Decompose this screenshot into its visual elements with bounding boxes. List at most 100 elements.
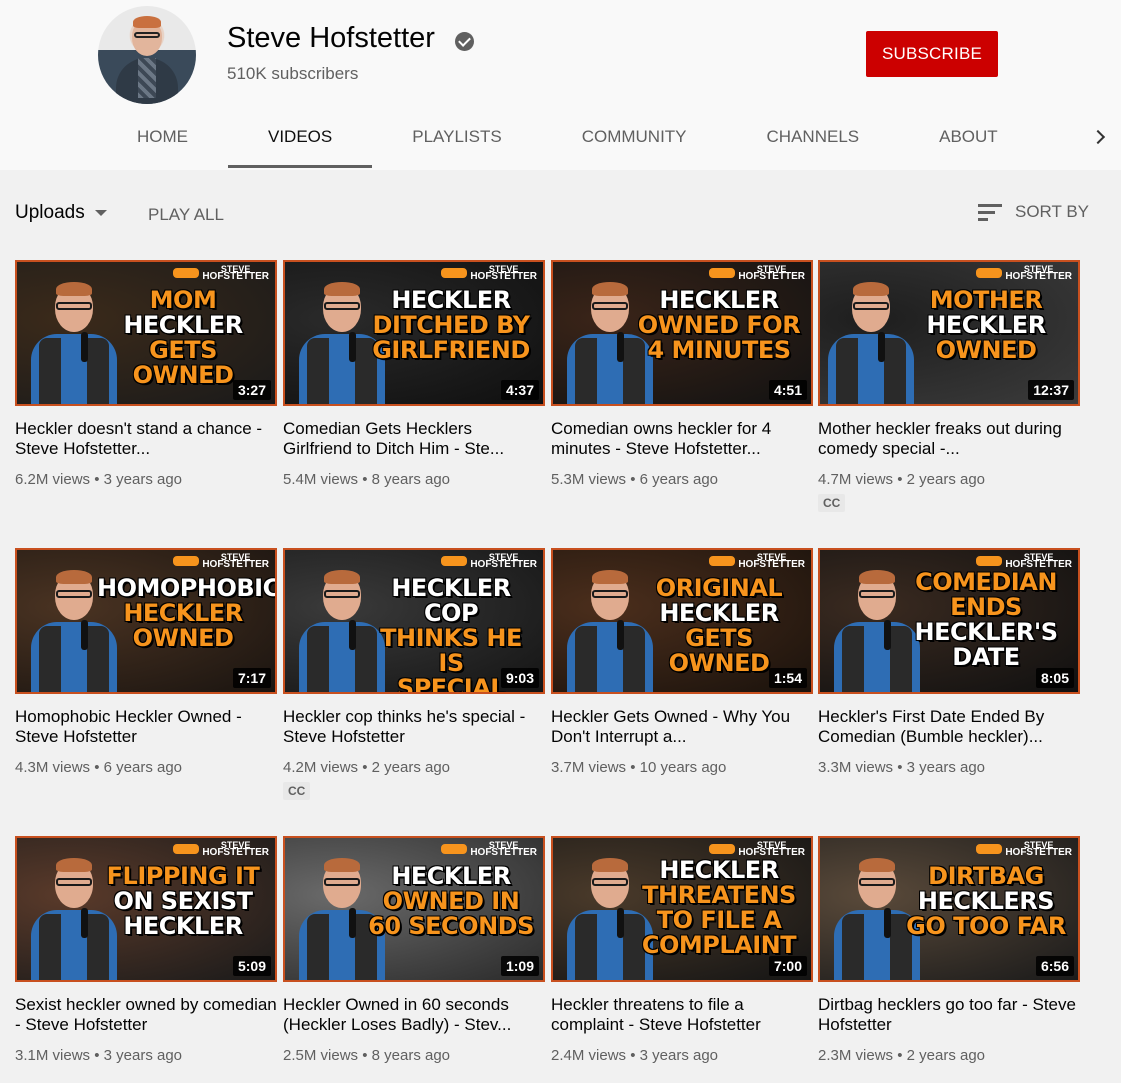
- video-meta: 4.3M views • 6 years ago: [15, 759, 277, 776]
- video-meta: 2.4M views • 3 years ago: [551, 1047, 813, 1064]
- thumb-headline-line: HECKLER'S: [914, 618, 1059, 646]
- thumb-brand-logo: STEVE HOFSTETTER: [441, 553, 537, 570]
- video-thumbnail[interactable]: STEVE HOFSTETTER HECKLER OWNED FOR 4 MINUT…: [551, 260, 813, 406]
- meta-separator: •: [630, 471, 636, 488]
- tab-playlists[interactable]: PLAYLISTS: [372, 106, 541, 168]
- video-meta: 5.4M views • 8 years ago: [283, 471, 545, 488]
- video-card[interactable]: STEVE HOFSTETTER HECKLER THREATENS TO FILE…: [551, 836, 813, 1064]
- video-duration: 8:05: [1035, 668, 1074, 688]
- video-card[interactable]: STEVE HOFSTETTER HECKLER OWNED IN 60 SECON…: [283, 836, 545, 1064]
- video-thumbnail[interactable]: STEVE HOFSTETTER HECKLER DITCHED BY GIRLFR…: [283, 260, 545, 406]
- video-title[interactable]: Heckler's First Date Ended By Comedian (…: [818, 707, 1080, 747]
- tab-videos[interactable]: VIDEOS: [228, 106, 373, 168]
- video-card[interactable]: STEVE HOFSTETTER FLIPPING IT ON SEXIST HEC…: [15, 836, 277, 1064]
- upload-age: 8 years ago: [371, 1047, 451, 1064]
- thumb-brand-logo: STEVE HOFSTETTER: [441, 841, 537, 858]
- uploads-dropdown[interactable]: Uploads: [15, 202, 107, 224]
- brand-line-2: HOFSTETTER: [738, 271, 805, 282]
- video-thumbnail[interactable]: STEVE HOFSTETTER HECKLER OWNED IN 60 SECON…: [283, 836, 545, 982]
- meta-separator: •: [362, 471, 368, 488]
- video-title[interactable]: Comedian Gets Hecklers Girlfriend to Dit…: [283, 419, 545, 459]
- glasses-logo-icon: [976, 556, 1003, 566]
- thumb-headline-line: MOM: [149, 286, 217, 314]
- video-meta: 2.5M views • 8 years ago: [283, 1047, 545, 1064]
- glasses-logo-icon: [976, 268, 1003, 278]
- thumb-brand-logo: STEVE HOFSTETTER: [976, 841, 1072, 858]
- video-thumbnail[interactable]: STEVE HOFSTETTER COMEDIAN ENDS HECKLER'S DA…: [818, 548, 1080, 694]
- upload-age: 3 years ago: [639, 1047, 719, 1064]
- brand-line-2: HOFSTETTER: [1005, 271, 1072, 282]
- video-card[interactable]: STEVE HOFSTETTER HECKLER COP THINKS HE IS…: [283, 548, 545, 800]
- video-card[interactable]: STEVE HOFSTETTER COMEDIAN ENDS HECKLER'S DA…: [818, 548, 1080, 776]
- view-count: 3.7M views: [551, 759, 627, 776]
- upload-age: 3 years ago: [906, 759, 986, 776]
- view-count: 3.3M views: [818, 759, 894, 776]
- video-title[interactable]: Comedian owns heckler for 4 minutes - St…: [551, 419, 813, 459]
- thumb-headline-line: ON SEXIST: [113, 887, 253, 915]
- upload-age: 3 years ago: [103, 471, 183, 488]
- thumb-headline-line: HECKLER: [391, 286, 511, 314]
- meta-separator: •: [362, 759, 368, 776]
- tab-community[interactable]: COMMUNITY: [542, 106, 727, 168]
- upload-age: 10 years ago: [639, 759, 727, 776]
- video-thumbnail[interactable]: STEVE HOFSTETTER HOMOPHOBIC HECKLER OWNED …: [15, 548, 277, 694]
- video-thumbnail[interactable]: STEVE HOFSTETTER ORIGINAL HECKLER GETS OWN…: [551, 548, 813, 694]
- tab-home[interactable]: HOME: [97, 106, 228, 168]
- subscribe-button[interactable]: SUBSCRIBE: [866, 31, 998, 77]
- video-meta: 3.1M views • 3 years ago: [15, 1047, 277, 1064]
- video-card[interactable]: STEVE HOFSTETTER MOTHER HECKLER OWNED 12:3…: [818, 260, 1080, 512]
- brand-line-2: HOFSTETTER: [738, 559, 805, 570]
- video-title[interactable]: Sexist heckler owned by comedian - Steve…: [15, 995, 277, 1035]
- glasses-logo-icon: [709, 844, 736, 854]
- video-thumbnail[interactable]: STEVE HOFSTETTER DIRTBAG HECKLERS GO TOO F…: [818, 836, 1080, 982]
- video-title[interactable]: Heckler Owned in 60 seconds (Heckler Los…: [283, 995, 545, 1035]
- video-card[interactable]: STEVE HOFSTETTER DIRTBAG HECKLERS GO TOO F…: [818, 836, 1080, 1064]
- video-title[interactable]: Dirtbag hecklers go too far - Steve Hofs…: [818, 995, 1080, 1035]
- video-title[interactable]: Heckler Gets Owned - Why You Don't Inter…: [551, 707, 813, 747]
- video-thumbnail[interactable]: STEVE HOFSTETTER FLIPPING IT ON SEXIST HEC…: [15, 836, 277, 982]
- video-thumbnail[interactable]: STEVE HOFSTETTER MOTHER HECKLER OWNED 12:3…: [818, 260, 1080, 406]
- video-title[interactable]: Heckler threatens to file a complaint - …: [551, 995, 813, 1035]
- view-count: 5.4M views: [283, 471, 359, 488]
- sort-by-button[interactable]: SORT BY: [978, 202, 1089, 222]
- meta-separator: •: [94, 759, 100, 776]
- tab-channels[interactable]: CHANNELS: [727, 106, 900, 168]
- avatar-shirt: [138, 58, 156, 98]
- glasses-logo-icon: [173, 556, 200, 566]
- cc-badge: CC: [283, 782, 311, 800]
- thumb-headline-line: HECKLER: [926, 311, 1046, 339]
- thumb-headline-line: HECKLER: [123, 311, 243, 339]
- video-card[interactable]: STEVE HOFSTETTER HECKLER DITCHED BY GIRLFR…: [283, 260, 545, 488]
- subscriber-count: 510K subscribers: [227, 64, 359, 83]
- video-duration: 1:09: [500, 956, 539, 976]
- video-title[interactable]: Heckler cop thinks he's special - Steve …: [283, 707, 545, 747]
- video-title[interactable]: Heckler doesn't stand a chance - Steve H…: [15, 419, 277, 459]
- video-card[interactable]: STEVE HOFSTETTER HOMOPHOBIC HECKLER OWNED …: [15, 548, 277, 776]
- video-title[interactable]: Mother heckler freaks out during comedy …: [818, 419, 1080, 459]
- channel-name[interactable]: Steve Hofstetter: [227, 22, 435, 55]
- thumb-headline-line: TO FILE A: [656, 906, 782, 934]
- video-title[interactable]: Homophobic Heckler Owned - Steve Hofstet…: [15, 707, 277, 747]
- video-card[interactable]: STEVE HOFSTETTER MOM HECKLER GETS OWNED 3:…: [15, 260, 277, 488]
- video-thumbnail[interactable]: STEVE HOFSTETTER HECKLER THREATENS TO FILE…: [551, 836, 813, 982]
- video-duration: 5:09: [232, 956, 271, 976]
- play-all-button[interactable]: PLAY ALL: [148, 205, 224, 225]
- video-card[interactable]: STEVE HOFSTETTER ORIGINAL HECKLER GETS OWN…: [551, 548, 813, 776]
- glasses-logo-icon: [441, 556, 468, 566]
- thumb-headline-line: DATE: [952, 643, 1020, 671]
- uploads-label: Uploads: [15, 202, 85, 223]
- chevron-right-icon[interactable]: [1093, 130, 1105, 144]
- video-duration: 4:37: [500, 380, 539, 400]
- thumb-headline-line: OWNED: [935, 336, 1037, 364]
- brand-line-2: HOFSTETTER: [202, 559, 269, 570]
- tab-about[interactable]: ABOUT: [899, 106, 1038, 168]
- sort-icon: [978, 202, 1002, 222]
- sort-by-label: SORT BY: [1015, 202, 1090, 221]
- thumb-headline-line: OWNED: [132, 624, 234, 652]
- video-thumbnail[interactable]: STEVE HOFSTETTER MOM HECKLER GETS OWNED 3:…: [15, 260, 277, 406]
- video-thumbnail[interactable]: STEVE HOFSTETTER HECKLER COP THINKS HE IS…: [283, 548, 545, 694]
- avatar-hair: [133, 16, 161, 28]
- video-card[interactable]: STEVE HOFSTETTER HECKLER OWNED FOR 4 MINUT…: [551, 260, 813, 488]
- meta-separator: •: [94, 471, 100, 488]
- channel-avatar[interactable]: [98, 6, 196, 104]
